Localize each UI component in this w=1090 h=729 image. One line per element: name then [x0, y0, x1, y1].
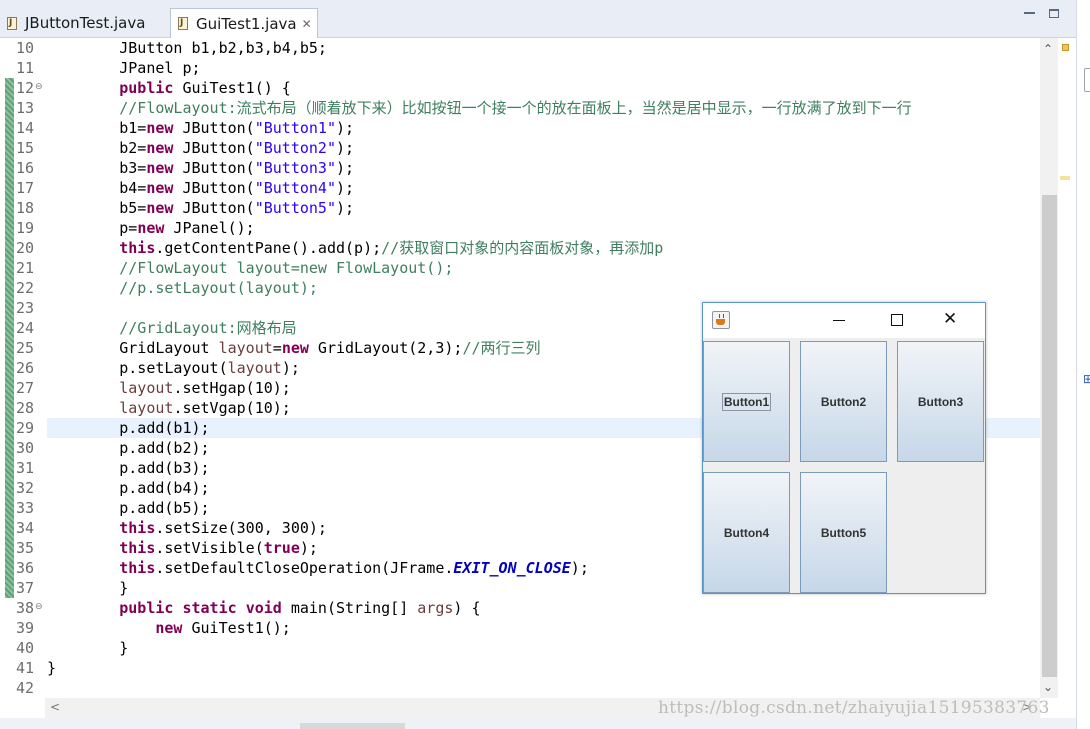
- code-line[interactable]: p=new JPanel();: [47, 218, 254, 238]
- watermark: https://blog.csdn.net/zhaiyujia151953837…: [658, 698, 1050, 718]
- scroll-down-icon[interactable]: ⌄: [1043, 680, 1053, 694]
- code-line[interactable]: b3=new JButton("Button3");: [47, 158, 354, 178]
- code-line[interactable]: public static void main(String[] args) {: [47, 598, 480, 618]
- status-strip: [0, 718, 1090, 729]
- code-line[interactable]: p.add(b1);: [47, 418, 209, 438]
- button1[interactable]: Button1: [703, 341, 790, 462]
- button1-label: Button1: [721, 392, 772, 411]
- code-line[interactable]: JPanel p;: [47, 58, 200, 78]
- tab-label: GuiTest1.java: [196, 14, 297, 33]
- code-line[interactable]: layout.setVgap(10);: [47, 398, 291, 418]
- scroll-up-icon[interactable]: ⌃: [1043, 42, 1053, 56]
- maximize-editor-icon[interactable]: [1049, 9, 1059, 18]
- code-line[interactable]: p.add(b4);: [47, 478, 209, 498]
- side-view-panel: [1076, 0, 1090, 729]
- scroll-left-icon[interactable]: <: [50, 700, 60, 714]
- code-line[interactable]: b5=new JButton("Button5");: [47, 198, 354, 218]
- code-line[interactable]: //GridLayout:网格布局: [47, 318, 296, 338]
- button5[interactable]: Button5: [800, 472, 887, 593]
- tab-jbuttontest[interactable]: J JButtonTest.java: [0, 8, 166, 38]
- line-number: 41: [15, 659, 34, 677]
- code-line[interactable]: GridLayout layout=new GridLayout(2,3);//…: [47, 338, 540, 358]
- button3[interactable]: Button3: [897, 341, 984, 462]
- java-file-icon: J: [6, 16, 19, 31]
- overview-ruler: [1058, 38, 1076, 718]
- code-line[interactable]: p.setLayout(layout);: [47, 358, 300, 378]
- java-file-icon: J: [177, 16, 190, 31]
- code-line[interactable]: this.setDefaultCloseOperation(JFrame.EXI…: [47, 558, 589, 578]
- code-line[interactable]: this.setSize(300, 300);: [47, 518, 327, 538]
- fold-toggle-icon[interactable]: ⊖: [35, 82, 43, 92]
- minimize-icon[interactable]: [833, 320, 845, 321]
- code-line[interactable]: layout.setHgap(10);: [47, 378, 291, 398]
- warning-marker-icon[interactable]: [1062, 44, 1069, 51]
- tab-guitest1[interactable]: J GuiTest1.java ✕: [170, 8, 318, 38]
- java-cup-icon: [712, 311, 730, 329]
- close-icon[interactable]: ✕: [943, 309, 957, 329]
- line-number: 10: [15, 39, 34, 57]
- button4[interactable]: Button4: [703, 472, 790, 593]
- code-line[interactable]: JButton b1,b2,b3,b4,b5;: [47, 38, 327, 58]
- code-line[interactable]: this.setVisible(true);: [47, 538, 318, 558]
- button5-label: Button5: [820, 525, 867, 540]
- code-line[interactable]: new GuiTest1();: [47, 618, 290, 638]
- code-line[interactable]: b4=new JButton("Button4");: [47, 178, 354, 198]
- button4-label: Button4: [723, 525, 770, 540]
- code-line[interactable]: p.add(b3);: [47, 458, 209, 478]
- fold-toggle-icon[interactable]: ⊖: [35, 602, 43, 612]
- line-number: 40: [15, 639, 34, 657]
- line-number: 42: [15, 679, 34, 697]
- code-line[interactable]: }: [47, 578, 128, 598]
- code-line[interactable]: public GuiTest1() {: [47, 78, 291, 98]
- line-number: 39: [15, 619, 34, 637]
- vertical-scroll-thumb[interactable]: [1042, 195, 1057, 677]
- code-line[interactable]: }: [47, 638, 128, 658]
- code-line[interactable]: p.add(b2);: [47, 438, 209, 458]
- maximize-icon[interactable]: [891, 314, 903, 326]
- button3-label: Button3: [917, 394, 964, 409]
- quick-diff-change-bar: [5, 78, 14, 598]
- code-line[interactable]: this.getContentPane().add(p);//获取窗口对象的内容…: [47, 238, 663, 258]
- button2-label: Button2: [820, 394, 867, 409]
- code-line[interactable]: //FlowLayout:流式布局（顺着放下来）比如按钮一个接一个的放在面板上，…: [47, 98, 911, 118]
- swing-window[interactable]: ✕ Button1 Button2 Button3 Button4 Button…: [702, 302, 986, 594]
- panel-tab-edge[interactable]: [1084, 68, 1090, 92]
- code-line[interactable]: b2=new JButton("Button2");: [47, 138, 354, 158]
- occurrence-marker[interactable]: [1060, 176, 1070, 180]
- swing-title-bar[interactable]: ✕: [703, 303, 985, 338]
- outline-view-icon[interactable]: ⊞: [1083, 373, 1090, 385]
- editor-tab-bar: J JButtonTest.java J GuiTest1.java ✕: [0, 0, 1090, 38]
- line-number: 38: [15, 599, 34, 617]
- minimize-editor-icon[interactable]: [1024, 12, 1035, 14]
- tab-label: JButtonTest.java: [25, 14, 146, 32]
- close-tab-icon[interactable]: ✕: [302, 17, 312, 31]
- bottom-panel-scroll-thumb[interactable]: [300, 723, 405, 729]
- code-line[interactable]: //FlowLayout layout=new FlowLayout();: [47, 258, 453, 278]
- code-line[interactable]: p.add(b5);: [47, 498, 209, 518]
- line-number: 11: [15, 59, 34, 77]
- code-line[interactable]: b1=new JButton("Button1");: [47, 118, 354, 138]
- button2[interactable]: Button2: [800, 341, 887, 462]
- code-line[interactable]: //p.setLayout(layout);: [47, 278, 318, 298]
- code-line[interactable]: }: [47, 658, 56, 678]
